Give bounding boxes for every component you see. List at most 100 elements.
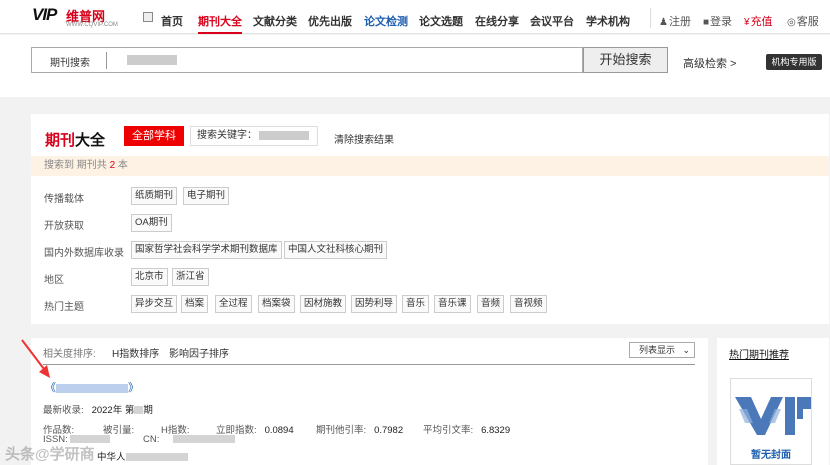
redacted bbox=[125, 453, 188, 462]
recharge-link[interactable]: ¥充值 bbox=[744, 13, 773, 29]
avg-cite-value: 6.8329 bbox=[481, 425, 511, 436]
immediacy-value: 0.0894 bbox=[264, 425, 294, 436]
filter-tag[interactable]: 档案袋 bbox=[258, 295, 295, 313]
divider bbox=[43, 364, 695, 365]
top-bar: VIP 维普网 WWW.CQVIP.COM 首页 期刊大全 文献分类 优先出版 … bbox=[0, 0, 830, 34]
recommend-sidebar: 热门期刊推荐 暂无封面 bbox=[717, 338, 829, 465]
nav-priority[interactable]: 优先出版 bbox=[308, 13, 352, 29]
sort-relevance[interactable]: 相关度排序: bbox=[43, 345, 96, 360]
nav-share[interactable]: 在线分享 bbox=[475, 13, 519, 29]
filter-tag[interactable]: 档案 bbox=[181, 295, 209, 313]
latest-label: 最新收录: bbox=[43, 405, 84, 416]
yen-icon: ¥ bbox=[744, 17, 750, 28]
journal-filter-panel: 期刊大全 全部学科 搜索关键字： 清除搜索结果 搜索到 期刊共 2 本 传播载体… bbox=[31, 114, 829, 324]
nav-journals[interactable]: 期刊大全 bbox=[198, 13, 242, 34]
cn-label: CN: bbox=[143, 434, 160, 445]
sponsor-value: 中华人 bbox=[97, 452, 126, 463]
filter-label-database: 国内外数据库收录 bbox=[44, 248, 124, 259]
advanced-search-link[interactable]: 高级检索 > bbox=[683, 55, 736, 71]
filter-tag[interactable]: 音乐课 bbox=[434, 295, 471, 313]
home-icon[interactable] bbox=[143, 12, 153, 22]
nav-topics[interactable]: 论文选题 bbox=[419, 13, 463, 29]
result-prefix: 搜索到 期刊共 bbox=[44, 160, 107, 171]
redacted bbox=[172, 435, 235, 444]
journal-title-redacted bbox=[56, 383, 128, 393]
all-subjects-button[interactable]: 全部学科 bbox=[124, 126, 184, 146]
latest-value: 2022年 第 bbox=[91, 405, 135, 416]
filter-label-carrier: 传播载体 bbox=[44, 194, 84, 205]
filter-tag[interactable]: 异步交互 bbox=[131, 295, 178, 313]
filter-label-hot-topics: 热门主题 bbox=[44, 302, 84, 313]
sort-impact-factor[interactable]: 影响因子排序 bbox=[169, 345, 229, 360]
login-link[interactable]: ■登录 bbox=[703, 13, 732, 29]
filter-tag[interactable]: 北京市 bbox=[131, 268, 168, 286]
search-type-label[interactable]: 期刊搜索 bbox=[50, 54, 90, 69]
user-icon: ♟ bbox=[659, 17, 668, 28]
logo-vip: VIP bbox=[32, 5, 57, 24]
register-label: 注册 bbox=[668, 16, 691, 28]
latest-issue: 最新收录: 2022年 第期 bbox=[43, 402, 153, 416]
site-logo[interactable]: VIP 维普网 WWW.CQVIP.COM bbox=[32, 5, 118, 29]
title-bracket-open: 《 bbox=[45, 382, 56, 394]
login-label: 登录 bbox=[710, 16, 733, 28]
keyword-label: 搜索关键字： bbox=[197, 130, 257, 141]
filter-tag[interactable]: 全过程 bbox=[215, 295, 252, 313]
title-red: 期刊 bbox=[45, 132, 76, 149]
watermark: 头条@学研商 bbox=[5, 446, 95, 463]
result-summary: 搜索到 期刊共 2 本 bbox=[31, 156, 829, 176]
results-list: 相关度排序: H指数排序 影响因子排序 列表显示 ⌄ 《》 最新收录: 2022年… bbox=[31, 338, 708, 465]
avg-cite-label: 平均引文率: bbox=[423, 425, 474, 436]
title-black: 大全 bbox=[75, 132, 106, 149]
nav-plagiarism[interactable]: 论文检测 bbox=[364, 13, 408, 29]
nav-institutions[interactable]: 学术机构 bbox=[586, 13, 630, 29]
result-count: 2 bbox=[109, 160, 116, 171]
nav-categories[interactable]: 文献分类 bbox=[253, 13, 297, 29]
sponsor: 中华人 bbox=[97, 449, 188, 463]
latest-suffix: 期 bbox=[143, 405, 153, 416]
average-citation-rate: 平均引文率: 6.8329 bbox=[423, 422, 510, 436]
filter-tag[interactable]: 音视频 bbox=[510, 295, 547, 313]
view-mode-select[interactable]: 列表显示 ⌄ bbox=[629, 342, 695, 358]
search-button[interactable]: 开始搜索 bbox=[583, 47, 668, 73]
filter-tag[interactable]: 浙江省 bbox=[172, 268, 209, 286]
keyword-redacted bbox=[259, 130, 309, 140]
headset-icon: ◎ bbox=[787, 17, 796, 28]
clear-results-link[interactable]: 清除搜索结果 bbox=[334, 131, 394, 146]
hot-journals-title[interactable]: 热门期刊推荐 bbox=[729, 346, 789, 361]
filter-tag[interactable]: 国家哲学社会科学学术期刊数据库 bbox=[131, 241, 282, 259]
sort-h-index[interactable]: H指数排序 bbox=[112, 345, 159, 360]
filter-tag[interactable]: 因势利导 bbox=[351, 295, 398, 313]
journal-title-link[interactable]: 《》 bbox=[45, 379, 139, 395]
divider bbox=[650, 8, 651, 28]
page-title: 期刊大全 bbox=[45, 129, 105, 150]
other-citation-rate: 期刊他引率: 0.7982 bbox=[316, 422, 403, 436]
filter-tag[interactable]: 因材施教 bbox=[300, 295, 347, 313]
filter-tag[interactable]: 中国人文社科核心期刊 bbox=[284, 241, 388, 259]
nav-home[interactable]: 首页 bbox=[161, 13, 183, 29]
service-label: 客服 bbox=[796, 16, 819, 28]
search-band: 期刊搜索 开始搜索 高级检索 > 机构专用版 bbox=[0, 35, 830, 97]
title-bracket-close: 》 bbox=[128, 382, 139, 394]
filter-tag[interactable]: 电子期刊 bbox=[183, 187, 230, 205]
filter-tag[interactable]: OA期刊 bbox=[131, 214, 172, 232]
service-link[interactable]: ◎客服 bbox=[787, 13, 819, 29]
redacted bbox=[134, 406, 144, 415]
filter-tag[interactable]: 音乐 bbox=[402, 295, 430, 313]
filter-tag[interactable]: 音频 bbox=[477, 295, 505, 313]
keyword-chip[interactable]: 搜索关键字： bbox=[190, 126, 318, 146]
cn-number: CN: bbox=[143, 434, 235, 445]
institution-version-button[interactable]: 机构专用版 bbox=[766, 54, 822, 70]
divider bbox=[106, 52, 107, 69]
logo-url: WWW.CQVIP.COM bbox=[66, 22, 118, 28]
filter-label-region: 地区 bbox=[44, 275, 64, 286]
other-cite-value: 0.7982 bbox=[374, 425, 404, 436]
chevron-down-icon: ⌄ bbox=[682, 345, 690, 355]
other-cite-label: 期刊他引率: bbox=[316, 425, 367, 436]
nav-conference[interactable]: 会议平台 bbox=[530, 13, 574, 29]
filter-tag[interactable]: 纸质期刊 bbox=[131, 187, 178, 205]
result-suffix: 本 bbox=[117, 160, 128, 171]
search-input[interactable]: 期刊搜索 bbox=[31, 47, 583, 73]
journal-cover[interactable]: 暂无封面 bbox=[730, 378, 812, 465]
register-link[interactable]: ♟注册 bbox=[659, 13, 691, 29]
search-query-redacted bbox=[127, 55, 177, 65]
